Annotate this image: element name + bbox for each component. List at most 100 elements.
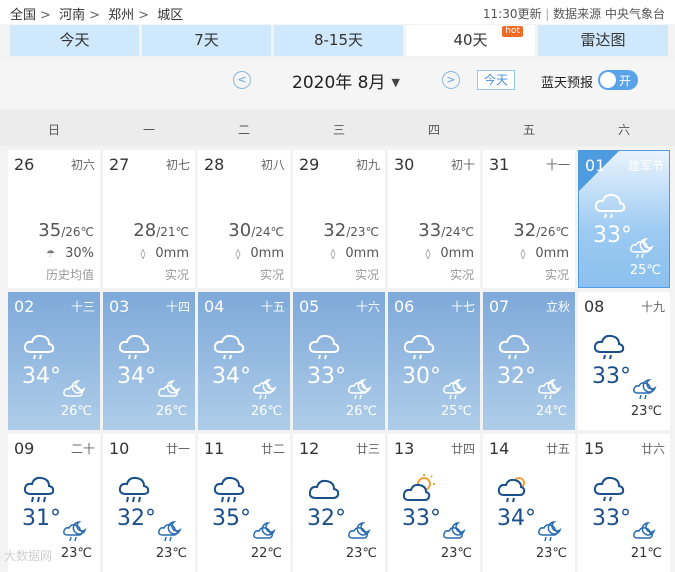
temp-low: 23℃ (440, 546, 472, 561)
lunar-date: 二十 (70, 442, 95, 456)
rain-cloud-icon (307, 332, 341, 366)
toggle-knob (600, 72, 616, 88)
update-info: 11:30更新 | 数据来源 中央气象台 (483, 5, 665, 22)
temp-high: 34° (212, 364, 251, 389)
temp-high: 32° (117, 506, 156, 531)
day-cell[interactable]: 05 十六 33° 26℃ (293, 292, 385, 430)
lunar-date: 廿五 (545, 442, 570, 456)
day-cell[interactable]: 29 初九 32/23℃ ◊ 0mm 实况 (293, 150, 385, 288)
rain-cloud-icon (593, 191, 627, 225)
night-cloud-icon (62, 378, 88, 402)
tab-40day[interactable]: 40天 hot (406, 25, 535, 56)
day-number: 01 (585, 156, 606, 175)
caret-down-icon: ▼ (391, 76, 400, 89)
day-cell[interactable]: 27 初七 28/21℃ ◊ 0mm 实况 (103, 150, 195, 288)
day-number: 10 (109, 439, 130, 458)
update-time: 11:30更新 (482, 7, 542, 21)
precip-value: 0mm (250, 246, 284, 261)
sun-cloud-icon (402, 474, 436, 508)
next-month-button[interactable]: > (442, 71, 460, 89)
day-cell[interactable]: 31 十一 32/26℃ ◊ 0mm 实况 (483, 150, 575, 288)
day-number: 03 (109, 297, 130, 316)
temp-high: 31° (22, 506, 61, 531)
prev-month-button[interactable]: < (233, 71, 251, 89)
temp-high: 33° (593, 223, 632, 248)
temp-high: 33° (592, 364, 631, 389)
weekday-tue: 二 (237, 123, 250, 137)
day-cell[interactable]: 08 十九 33° 23℃ (578, 292, 670, 430)
heavy-rain-icon (22, 474, 56, 508)
temp-low: 23℃ (60, 546, 92, 561)
temperature-range: 32/26℃ (513, 220, 569, 241)
temp-low: 25℃ (629, 263, 661, 278)
day-cell[interactable]: 04 十五 34° 26℃ (198, 292, 290, 430)
day-cell[interactable]: 12 廿三 32° 23℃ (293, 434, 385, 572)
day-number: 06 (394, 297, 415, 316)
rain-cloud-icon (117, 332, 151, 366)
day-cell[interactable]: 28 初八 30/24℃ ◊ 0mm 实况 (198, 150, 290, 288)
night-rain-icon (442, 378, 468, 404)
cloudy-icon (307, 474, 341, 508)
precip-value: 0mm (345, 246, 379, 261)
temp-high: 33° (592, 506, 631, 531)
temp-low: 23℃ (630, 404, 662, 419)
precip-value: 0mm (155, 246, 189, 261)
day-cell[interactable]: 06 十七 30° 25℃ (388, 292, 480, 430)
blue-sky-label: 蓝天预报 (541, 76, 594, 91)
temperature-range: 28/21℃ (133, 220, 189, 241)
tab-today[interactable]: 今天 (10, 25, 139, 56)
tab-7day[interactable]: 7天 (142, 25, 271, 56)
day-number: 30 (394, 155, 415, 174)
precipitation: ◊ 0mm (140, 246, 189, 261)
tab-radar[interactable]: 雷达图 (538, 25, 668, 56)
temp-low: /24℃ (441, 225, 474, 239)
chevron-left-icon: < (237, 73, 247, 86)
tab-8-15day[interactable]: 8-15天 (274, 25, 403, 56)
day-cell[interactable]: 30 初十 33/24℃ ◊ 0mm 实况 (388, 150, 480, 288)
day-number: 29 (299, 155, 320, 174)
day-cell[interactable]: 03 十四 34° 26℃ (103, 292, 195, 430)
temp-high: 34° (497, 506, 536, 531)
day-cell[interactable]: 13 廿四 33° 23℃ (388, 434, 480, 572)
month-selector[interactable]: 2020年 8月 ▼ (292, 68, 400, 93)
breadcrumb-item-province[interactable]: 河南 (59, 8, 85, 23)
lunar-date: 廿二 (260, 442, 285, 456)
lunar-date: 十六 (355, 300, 380, 314)
rain-chance-icon: ☂ (46, 249, 56, 260)
day-cell[interactable]: 10 廿一 32° 23℃ (103, 434, 195, 572)
data-note: 实况 (544, 268, 569, 282)
temp-high: 34° (117, 364, 156, 389)
blue-sky-toggle[interactable]: 开 (598, 70, 638, 90)
breadcrumb: 全国 > 河南 > 郑州 > 城区 (10, 4, 187, 23)
rain-cloud-icon (212, 332, 246, 366)
temp-low: /23℃ (346, 225, 379, 239)
festival-name: 建军节 (627, 159, 664, 173)
day-number: 04 (204, 297, 225, 316)
breadcrumb-item-city[interactable]: 郑州 (108, 8, 134, 23)
rain-cloud-icon (497, 332, 531, 366)
day-cell[interactable]: 15 廿六 33° 21℃ (578, 434, 670, 572)
night-cloud-icon (442, 520, 468, 544)
chevron-right-icon: > (446, 73, 456, 86)
heavy-rain-icon (212, 474, 246, 508)
breadcrumb-item-country[interactable]: 全国 (10, 8, 36, 23)
day-cell[interactable]: 26 初六 35/26℃ ☂ 30% 历史均值 (8, 150, 100, 288)
watermark: 大数据网 (4, 549, 53, 563)
day-cell[interactable]: 02 十三 34° 26℃ (8, 292, 100, 430)
weekday-thu: 四 (427, 123, 440, 137)
temp-low: 22℃ (250, 546, 282, 561)
day-cell[interactable]: 11 廿二 35° 22℃ (198, 434, 290, 572)
tab-40day-label: 40天 (453, 31, 488, 49)
night-cloud-icon (347, 520, 373, 544)
day-cell[interactable]: 14 廿五 34° 23℃ (483, 434, 575, 572)
precip-value: 0mm (440, 246, 474, 261)
lunar-date: 初九 (355, 158, 380, 172)
day-cell[interactable]: 07 立秋 32° 24℃ (483, 292, 575, 430)
day-number: 09 (14, 439, 35, 458)
lunar-date: 廿六 (640, 442, 665, 456)
today-cell[interactable]: 01 建军节 33° 25℃ (578, 150, 670, 288)
temp-low: 21℃ (630, 546, 662, 561)
today-button[interactable]: 今天 (477, 70, 515, 90)
lunar-date: 立秋 (545, 300, 570, 314)
precip-value: 0mm (535, 246, 569, 261)
